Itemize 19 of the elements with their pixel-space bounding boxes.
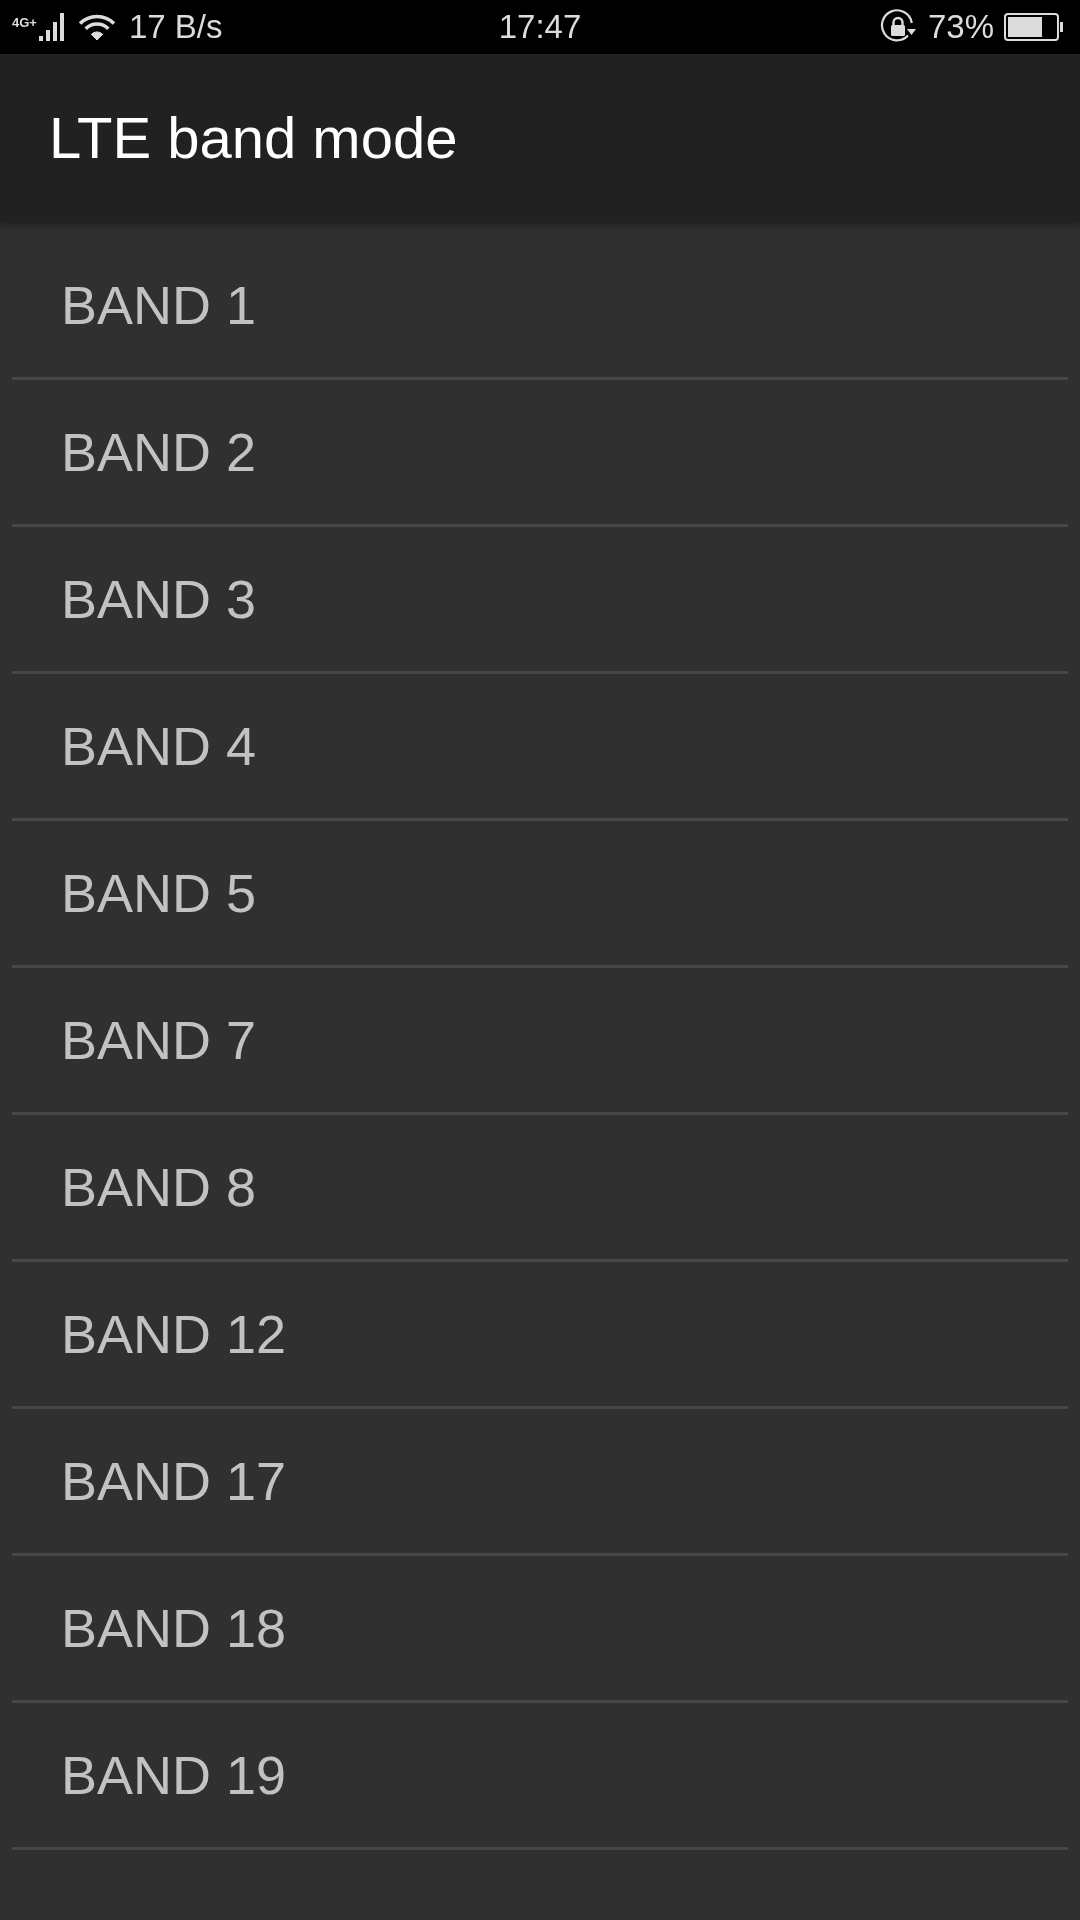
band-list-item[interactable]: BAND 8 bbox=[12, 1115, 1068, 1262]
band-list-item[interactable]: BAND 1 bbox=[12, 233, 1068, 380]
band-list-item[interactable]: BAND 4 bbox=[12, 674, 1068, 821]
band-list-item[interactable]: BAND 12 bbox=[12, 1262, 1068, 1409]
band-list-item[interactable]: BAND 17 bbox=[12, 1409, 1068, 1556]
band-list-item[interactable]: BAND 18 bbox=[12, 1556, 1068, 1703]
band-list-item[interactable]: BAND 7 bbox=[12, 968, 1068, 1115]
app-title: LTE band mode bbox=[49, 104, 458, 172]
wifi-icon bbox=[76, 13, 117, 41]
band-list-item[interactable]: BAND 5 bbox=[12, 821, 1068, 968]
band-list-item[interactable]: BAND 2 bbox=[12, 380, 1068, 527]
band-list-item[interactable]: BAND 3 bbox=[12, 527, 1068, 674]
data-rate-text: 17 B/s bbox=[128, 8, 223, 46]
battery-icon bbox=[1004, 13, 1064, 41]
band-list-item[interactable]: BAND 19 bbox=[12, 1703, 1068, 1850]
clock-text: 17:47 bbox=[498, 8, 582, 46]
signal-strength-icon bbox=[38, 13, 65, 41]
network-type-label: 4G+ bbox=[12, 16, 37, 29]
battery-percent-text: 73% bbox=[927, 8, 994, 46]
